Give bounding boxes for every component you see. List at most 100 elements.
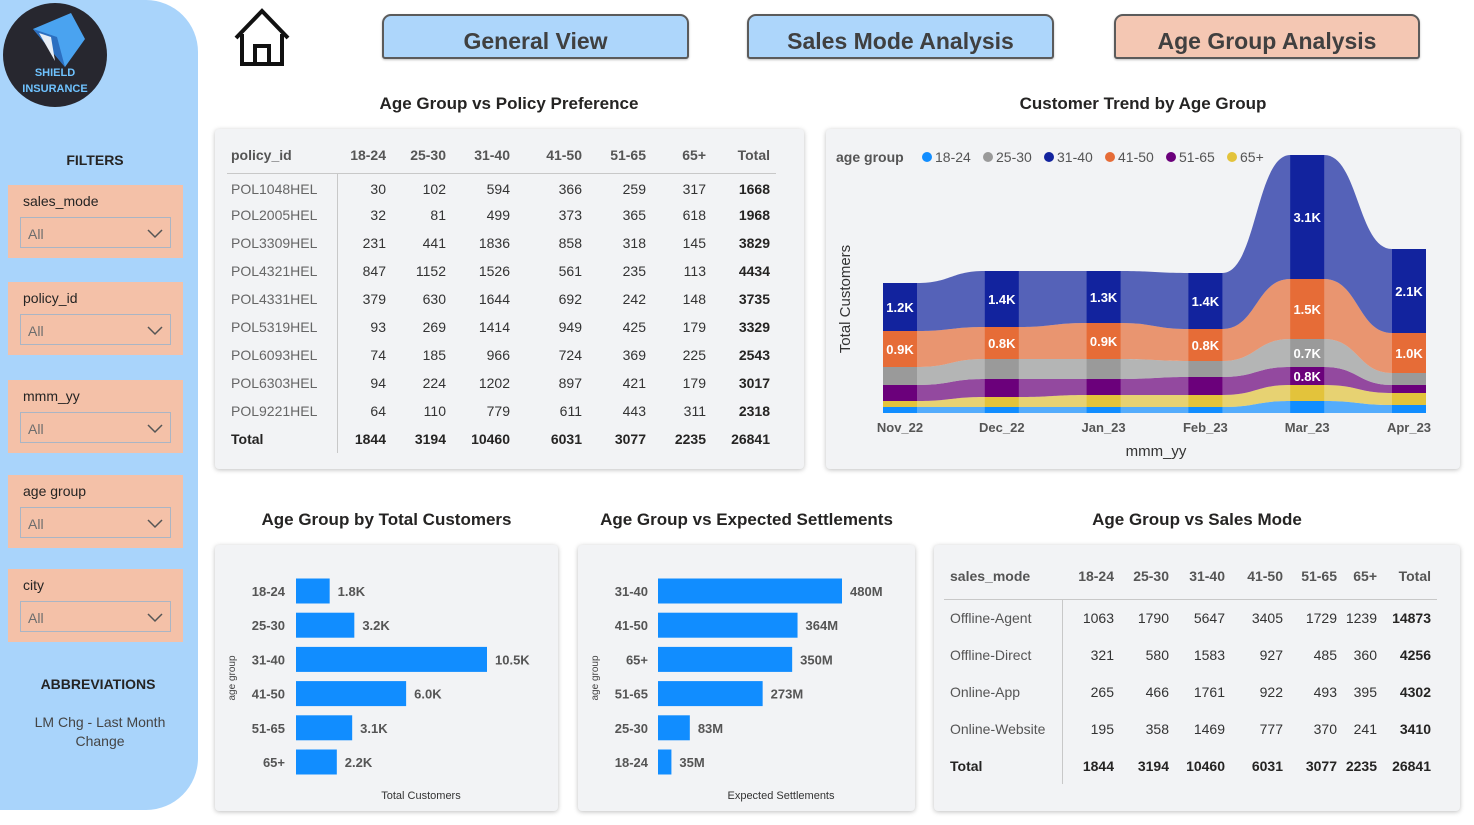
- legend-item[interactable]: 25-30: [983, 149, 1032, 165]
- abbreviations-title: ABBREVIATIONS: [40, 676, 156, 692]
- bar[interactable]: [296, 715, 353, 741]
- table-row[interactable]: Offline-Direct 321 580 1583 927 485 360 4256: [944, 636, 1437, 673]
- table-row[interactable]: POL4331HEL 379 630 1644 692 242 148 3735: [227, 285, 776, 313]
- column-header[interactable]: Total: [1383, 553, 1437, 599]
- table-cell: 1152: [415, 263, 446, 279]
- column-header[interactable]: 41-50: [516, 137, 588, 173]
- sales-mode-analysis-button[interactable]: Sales Mode Analysis: [747, 14, 1054, 59]
- ribbon-segment[interactable]: [1290, 401, 1325, 413]
- table-row[interactable]: POL4321HEL 847 1152 1526 561 235 113 4434: [227, 257, 776, 285]
- ribbon-segment[interactable]: [1086, 359, 1121, 379]
- city-dropdown[interactable]: All: [20, 601, 171, 632]
- bar[interactable]: [296, 612, 355, 638]
- table-cell: 64: [336, 397, 392, 425]
- table-cell: 897: [558, 375, 582, 391]
- ribbon-segment[interactable]: [1290, 385, 1325, 401]
- table-row[interactable]: POL9221HEL 64 110 779 611 443 311 2318: [227, 397, 776, 425]
- bar[interactable]: [658, 612, 798, 638]
- column-header[interactable]: 31-40: [1175, 553, 1231, 599]
- table-row[interactable]: POL6303HEL 94 224 1202 897 421 179 3017: [227, 369, 776, 397]
- bar[interactable]: [296, 749, 337, 775]
- column-header[interactable]: 25-30: [1120, 553, 1175, 599]
- bar[interactable]: [296, 578, 330, 604]
- column-header[interactable]: 51-65: [1289, 553, 1343, 599]
- table-cell: 425: [622, 319, 646, 335]
- table-row[interactable]: POL3309HEL 231 441 1836 858 318 145 3829: [227, 229, 776, 257]
- table-cell: 30: [336, 172, 392, 201]
- bar[interactable]: [658, 681, 763, 707]
- general-view-button[interactable]: General View: [382, 14, 689, 59]
- ribbon-segment[interactable]: [984, 379, 1019, 397]
- table-cell: 1414: [478, 319, 510, 335]
- row-label-cell: POL4321HEL: [231, 263, 318, 279]
- legend-item[interactable]: 65+: [1227, 149, 1264, 165]
- ribbon-segment[interactable]: [1086, 395, 1121, 407]
- ribbon-segment[interactable]: [984, 397, 1019, 407]
- column-header[interactable]: 65+: [652, 137, 712, 173]
- legend-item[interactable]: 31-40: [1044, 149, 1093, 165]
- ribbon-segment[interactable]: [883, 401, 917, 407]
- age-group-dropdown[interactable]: All: [20, 507, 171, 538]
- sales-mode-dropdown[interactable]: All: [20, 217, 171, 248]
- column-header[interactable]: 18-24: [1062, 553, 1120, 599]
- bar[interactable]: [658, 578, 842, 604]
- column-header[interactable]: 31-40: [452, 137, 516, 173]
- column-header[interactable]: sales_mode: [944, 553, 1062, 599]
- ribbon-segment[interactable]: [1086, 407, 1121, 413]
- table-row[interactable]: Offline-Agent 1063 1790 5647 3405 1729 1239 148…: [944, 598, 1437, 636]
- table-cell: 259: [588, 172, 652, 201]
- ribbon-segment[interactable]: [984, 407, 1019, 413]
- policy-id-dropdown[interactable]: All: [20, 314, 171, 345]
- ribbon-segment[interactable]: [1188, 407, 1223, 413]
- bar[interactable]: [658, 646, 793, 672]
- column-header[interactable]: 65+: [1343, 553, 1383, 599]
- table-cell: 3410: [1399, 720, 1431, 737]
- table-row[interactable]: POL2005HEL 32 81 499 373 365 618 1968: [227, 201, 776, 229]
- legend-item[interactable]: 41-50: [1105, 149, 1154, 165]
- column-header[interactable]: policy_id: [227, 137, 337, 173]
- ribbon-segment[interactable]: [1392, 393, 1426, 405]
- data-label: 273M: [771, 687, 804, 702]
- column-header[interactable]: 41-50: [1231, 553, 1289, 599]
- ribbon-segment[interactable]: [984, 359, 1019, 379]
- table-cell: 847: [336, 257, 392, 285]
- trend-chart-title: Customer Trend by Age Group: [1019, 94, 1267, 113]
- ribbon-segment[interactable]: [1188, 377, 1223, 395]
- ribbon-segment[interactable]: [1392, 373, 1426, 385]
- total-cell: Total: [231, 431, 264, 447]
- column-header[interactable]: Total: [712, 137, 776, 173]
- legend-item[interactable]: 18-24: [922, 149, 971, 165]
- bar[interactable]: [658, 749, 672, 775]
- customers-bar-chart: 18-24 1.8K 25-30 3.2K 31-40 10.5K 41-50 6.0K 51-…: [227, 578, 530, 802]
- bar[interactable]: [296, 681, 407, 707]
- bar[interactable]: [658, 715, 690, 741]
- column-header[interactable]: 51-65: [588, 137, 652, 173]
- table-row[interactable]: POL1048HEL 30 102 594 366 259 317 1668: [227, 172, 776, 201]
- ribbon-segment[interactable]: [1392, 405, 1426, 413]
- table-cell: 379: [336, 285, 392, 313]
- home-icon[interactable]: [232, 7, 292, 67]
- table-row[interactable]: POL5319HEL 93 269 1414 949 425 179 3329: [227, 313, 776, 341]
- abbreviations-text: LM Chg - Last Month Change: [34, 714, 166, 749]
- ribbon-segment[interactable]: [1188, 395, 1223, 407]
- ribbon-segment[interactable]: [1086, 379, 1121, 395]
- table-cell: 102: [392, 172, 452, 201]
- table-row[interactable]: Online-App 265 466 1761 922 493 395 4302: [944, 673, 1437, 710]
- ribbon-segment[interactable]: [883, 385, 917, 401]
- mmm-yy-dropdown[interactable]: All: [20, 412, 171, 443]
- table-row[interactable]: POL6093HEL 74 185 966 724 369 225 2543: [227, 341, 776, 369]
- column-header[interactable]: 18-24: [337, 137, 392, 173]
- ribbon-segment[interactable]: [1392, 385, 1426, 393]
- slicer-label: city: [23, 577, 44, 593]
- column-header[interactable]: 25-30: [392, 137, 452, 173]
- legend-item[interactable]: 51-65: [1166, 149, 1215, 165]
- bar[interactable]: [296, 646, 487, 672]
- ribbon-segment[interactable]: [1188, 361, 1223, 377]
- table-row[interactable]: Online-Website 195 358 1469 777 370 241 3410: [944, 710, 1437, 747]
- age-group-analysis-button[interactable]: Age Group Analysis: [1114, 14, 1420, 59]
- x-tick-label: Mar_23: [1285, 420, 1330, 435]
- ribbon-segment[interactable]: [883, 407, 917, 413]
- ribbon-segment[interactable]: [883, 367, 917, 385]
- table-cell: 2318: [738, 403, 770, 419]
- table-cell: 3829: [738, 235, 770, 251]
